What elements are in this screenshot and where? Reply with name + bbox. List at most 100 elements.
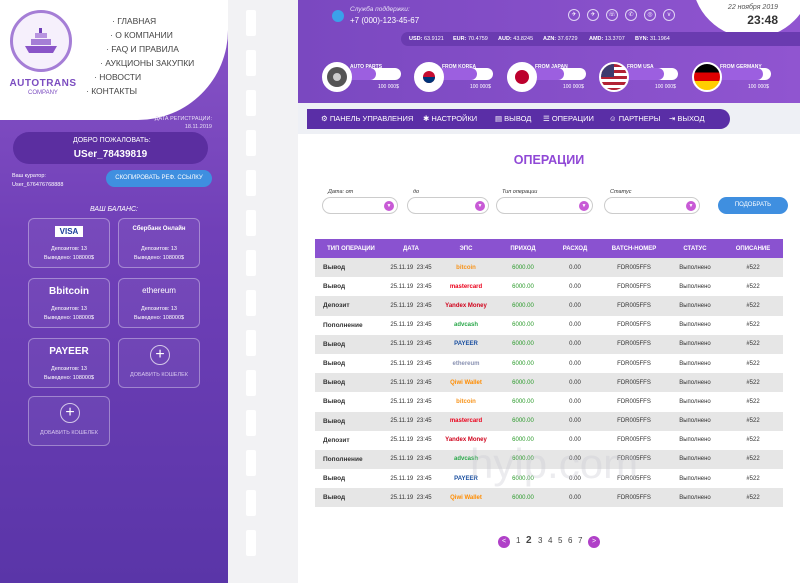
cell-date: 25.11.19 23:45 — [390, 437, 432, 444]
menu-dashboard[interactable]: ⚙ ПАНЕЛЬ УПРАВЛЕНИЯ — [321, 109, 413, 129]
cell-type: Пополнение — [323, 321, 363, 329]
visa-icon: VISA — [29, 226, 109, 237]
wallet-deposits: Депозитов: 13 — [141, 306, 177, 312]
usa-flag-icon — [599, 62, 629, 92]
wallet-payeer[interactable]: PAYEER Депозитов: 13 Выведено: 108000$ — [28, 338, 110, 388]
support-phone[interactable]: +7 (000)-123-45-67 — [350, 16, 419, 25]
nav-about[interactable]: · О КОМПАНИИ — [110, 30, 173, 40]
cell-expense: 0.00 — [569, 398, 581, 405]
menu-logout[interactable]: ⇥ ВЫХОД — [669, 109, 705, 129]
cell-status: Выполнено — [667, 296, 723, 316]
viber-icon[interactable]: ☏ — [606, 9, 618, 21]
cell-batch: FDR005FFS — [601, 373, 667, 393]
cell-description: #522 — [723, 296, 783, 316]
page-link[interactable]: 5 — [558, 536, 562, 545]
reg-label: ДАТА РЕГИСТРАЦИИ: — [154, 116, 212, 122]
col-expense: РАСХОД — [549, 239, 601, 258]
cell-type: Депозит — [323, 436, 350, 444]
cell-batch: FDR005FFS — [601, 488, 667, 508]
wallet-sberbank[interactable]: Сбербанк Онлайн Депозитов: 13 Выведено: … — [118, 218, 200, 268]
plus-icon: + — [60, 403, 80, 423]
wallet-visa[interactable]: VISA Депозитов: 13 Выведено: 108000$ — [28, 218, 110, 268]
col-type: ТИП ОПЕРАЦИИ — [315, 239, 387, 258]
page-link[interactable]: 3 — [538, 536, 542, 545]
cell-type: Вывод — [315, 258, 387, 278]
filter-status-label: Статус — [610, 189, 632, 195]
road-decoration — [228, 0, 298, 583]
page-link[interactable]: 7 — [578, 536, 582, 545]
registration-date: ДАТА РЕГИСТРАЦИИ: 18.11.2019 — [155, 115, 212, 131]
date-to-select[interactable]: ▼ — [407, 197, 489, 214]
cell-status: Выполнено — [667, 258, 723, 278]
menu-operations[interactable]: ☰ ОПЕРАЦИИ — [543, 109, 594, 129]
cell-expense: 0.00 — [549, 334, 601, 354]
instagram-icon[interactable]: ◎ — [644, 9, 656, 21]
support-label: Служба поддержки: — [350, 6, 410, 13]
add-wallet-button[interactable]: + ДОБАВИТЬ КОШЕЛЕК — [28, 396, 110, 446]
cell-expense: 0.00 — [569, 283, 581, 290]
balance-label: ВАШ БАЛАНС: — [89, 206, 138, 213]
cell-eps: advcash — [435, 316, 497, 335]
cell-eps: bitcoin — [435, 392, 497, 411]
germany-flag-icon — [692, 62, 722, 92]
nav-news[interactable]: · НОВОСТИ — [94, 72, 141, 82]
chevron-down-icon: ▼ — [475, 201, 485, 211]
table-row: Вывод 25.11.19 23:45 PAYEER 6000.00 0.00 FDR0… — [315, 334, 783, 354]
menu-settings[interactable]: ✱ НАСТРОЙКИ — [423, 109, 477, 129]
add-wallet-button[interactable]: + ДОБАВИТЬ КОШЕЛЕК — [118, 338, 200, 388]
prev-page-button[interactable]: < — [498, 536, 510, 548]
chevron-down-icon: ▼ — [686, 201, 696, 211]
nav-contacts[interactable]: · КОНТАКТЫ — [86, 86, 137, 96]
whatsapp-icon[interactable]: ✆ — [625, 9, 637, 21]
telegram-icon[interactable]: ✈ — [587, 9, 599, 21]
table-row: Вывод 25.11.19 23:45 bitcoin 6000.00 0.00 FDR… — [315, 392, 783, 411]
wallet-ethereum[interactable]: ethereum Депозитов: 13 Выведено: 108000$ — [118, 278, 200, 328]
page-link[interactable]: 1 — [516, 536, 520, 545]
list-icon: ☰ — [543, 114, 552, 123]
cell-type: Вывод — [315, 488, 387, 508]
copy-ref-link-button[interactable]: СКОПИРОВАТЬ РЕФ. ССЫЛКУ — [106, 170, 212, 187]
cell-income: 6000.00 — [512, 322, 534, 329]
page-link[interactable]: 4 — [548, 536, 552, 545]
cell-type: Вывод — [323, 398, 346, 406]
current-date: 22 ноября 2019 — [727, 4, 778, 11]
operation-type-select[interactable]: ▼ — [496, 197, 593, 214]
cell-description: #522 — [746, 475, 760, 482]
cell-status: Выполнено — [679, 322, 711, 329]
rate-byn: BYN: 31.1964 — [635, 36, 670, 42]
wallet-withdrawn: Выведено: 108000$ — [133, 315, 185, 321]
source-label: FROM JAPAN — [535, 64, 568, 70]
menu-withdraw[interactable]: ▤ ВЫВОД — [495, 109, 531, 129]
cell-status: Выполнено — [679, 437, 711, 444]
cell-date: 25.11.19 23:45 — [387, 488, 435, 508]
yandex-money-icon: Yandex Money — [445, 302, 487, 309]
nav-auctions[interactable]: · АУКЦИОНЫ ЗАКУПКИ — [100, 58, 194, 68]
wheel-icon — [322, 62, 352, 92]
telegram-icon[interactable]: ✈ — [568, 9, 580, 21]
filter-submit-button[interactable]: ПОДОБРАТЬ — [718, 197, 788, 214]
chevron-down-icon: ▼ — [384, 201, 394, 211]
source-label: AUTO PARTS — [350, 64, 383, 70]
watermark: hyip.com — [470, 440, 639, 487]
col-income: ПРИХОД — [497, 239, 549, 258]
cell-date: 25.11.19 23:45 — [390, 360, 432, 367]
page-link[interactable]: 6 — [568, 536, 572, 545]
date-from-select[interactable]: ▼ — [322, 197, 398, 214]
wallet-bitcoin[interactable]: Bbitcoin Депозитов: 13 Выведено: 108000$ — [28, 278, 110, 328]
nav-faq[interactable]: · FAQ И ПРАВИЛА — [106, 44, 179, 54]
wallet-withdrawn: Выведено: 108000$ — [43, 315, 95, 321]
payeer-icon: PAYEER — [49, 346, 89, 357]
nav-home[interactable]: · ГЛАВНАЯ — [112, 16, 156, 26]
cell-eps: ethereum — [435, 354, 497, 373]
table-row: Вывод 25.11.19 23:45 bitcoin 6000.00 0.00 FDR… — [315, 258, 783, 278]
status-select[interactable]: ▼ — [604, 197, 700, 214]
table-row: Пополнение 25.11.19 23:45 advcash 6000.00 0.… — [315, 316, 783, 335]
currency-rates: USD: 63.9121 EUR: 70.4759 AUD: 43.8245 A… — [401, 32, 800, 46]
page-link-current[interactable]: 2 — [526, 535, 532, 546]
cell-income: 6000.00 — [512, 283, 534, 290]
vk-icon[interactable]: v — [663, 9, 675, 21]
current-time: 23:48 — [747, 13, 778, 27]
next-page-button[interactable]: > — [588, 536, 600, 548]
menu-partners[interactable]: ☺ ПАРТНЕРЫ — [609, 109, 660, 129]
ship-logo-icon[interactable] — [10, 10, 72, 72]
